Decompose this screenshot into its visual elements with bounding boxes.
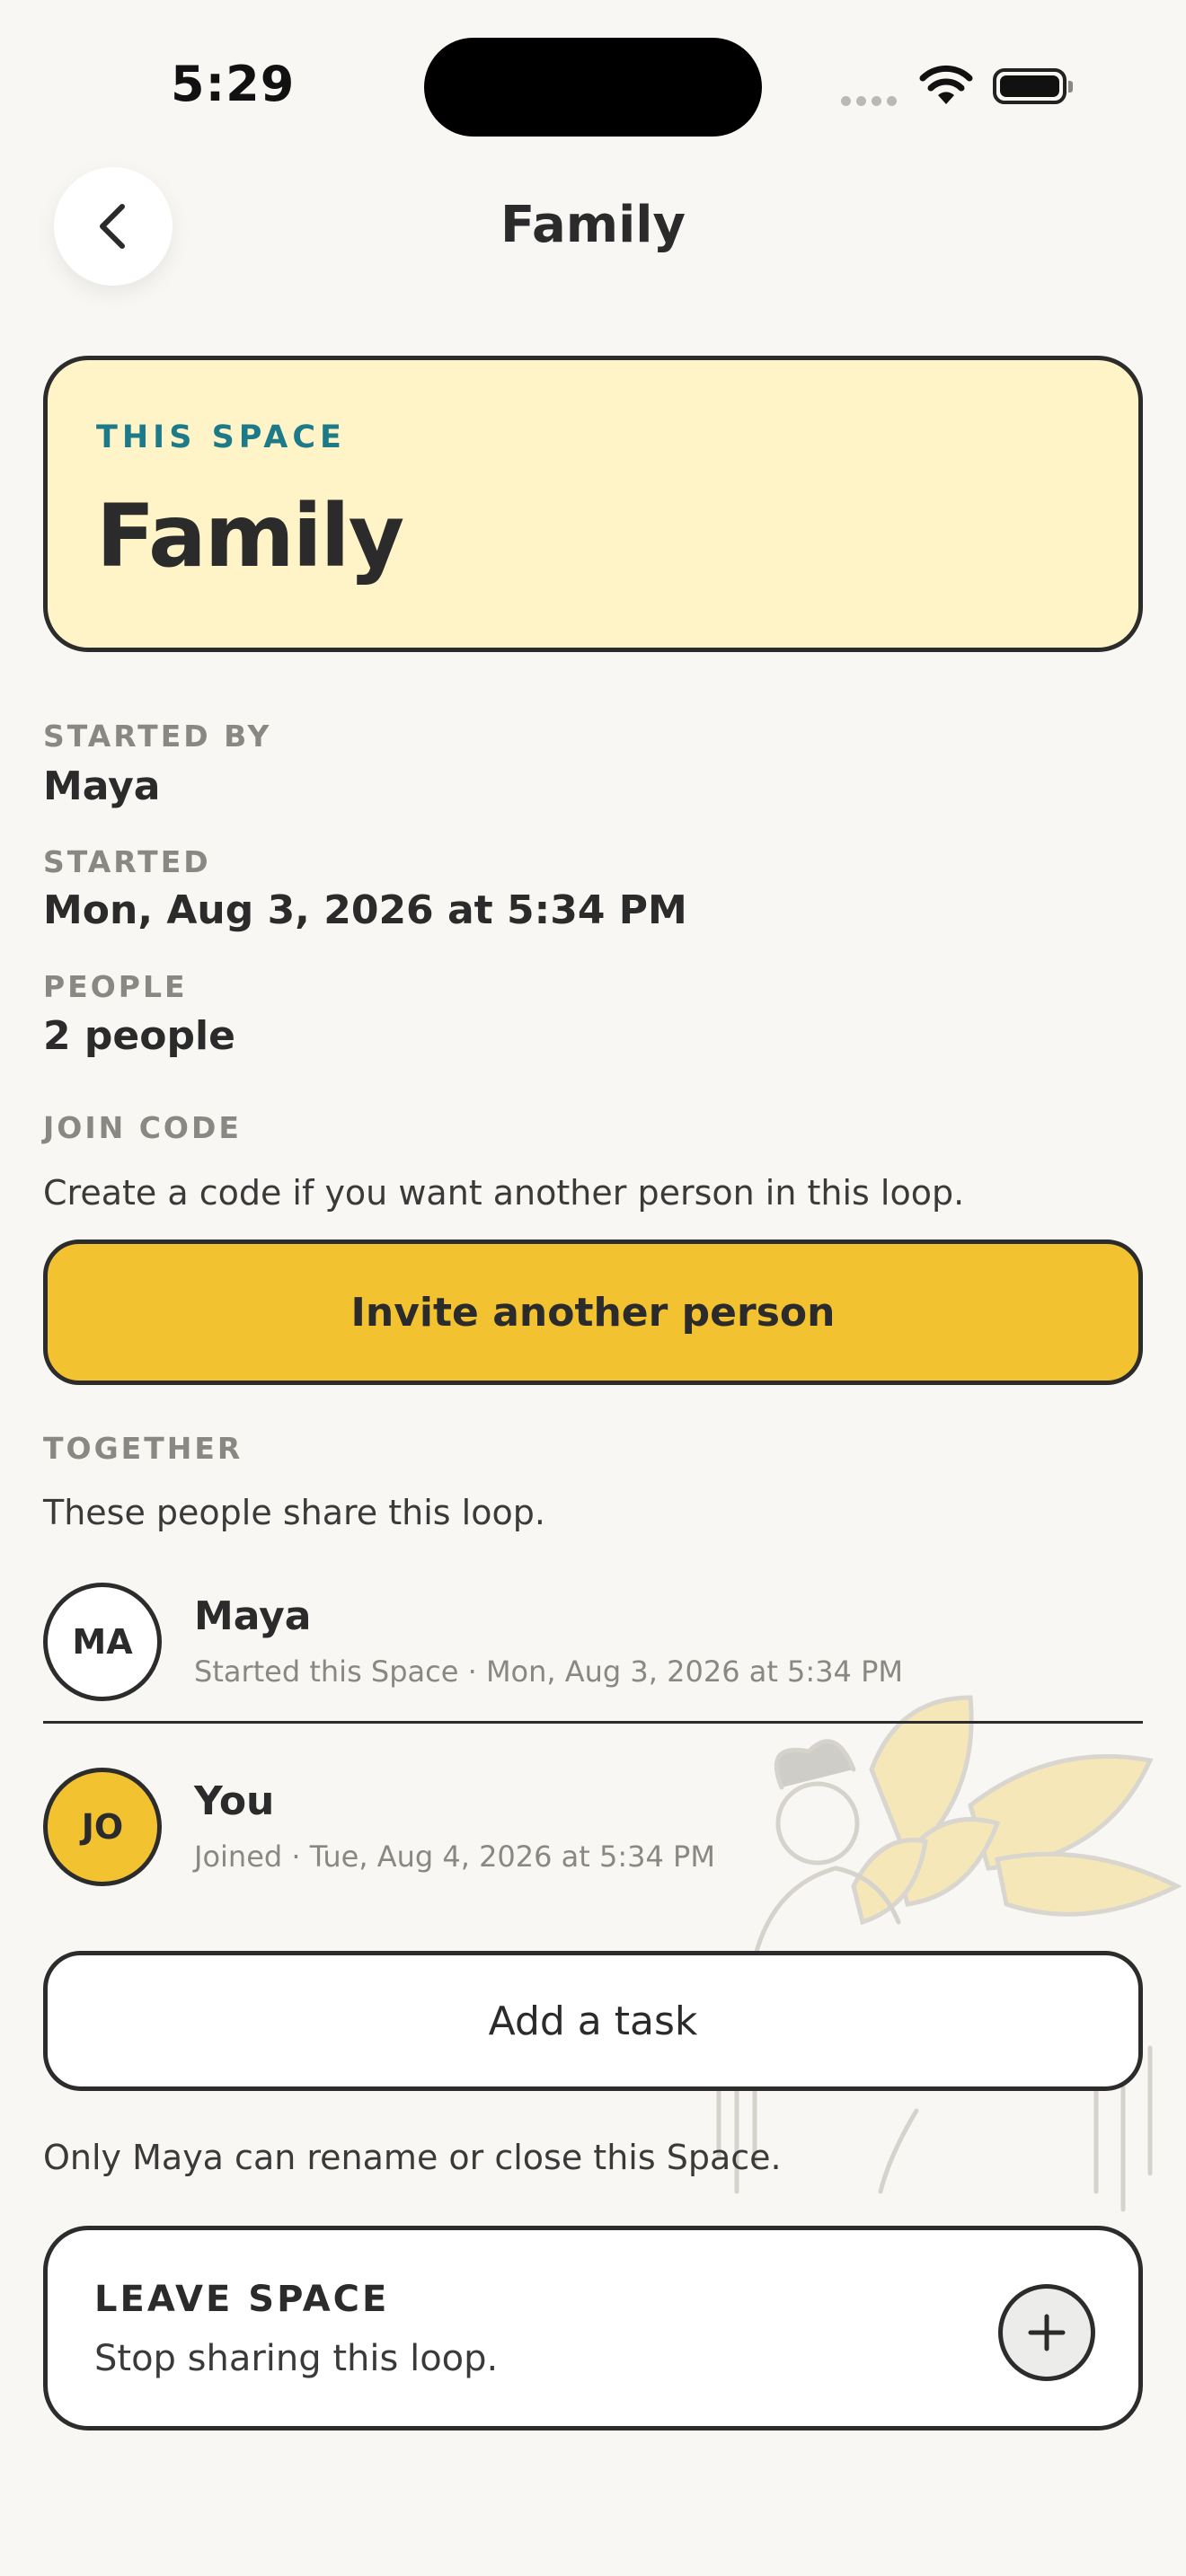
member-name: You	[194, 1778, 275, 1824]
member-detail: Started this Space · Mon, Aug 3, 2026 at…	[194, 1654, 903, 1689]
started-value: Mon, Aug 3, 2026 at 5:34 PM	[43, 887, 687, 933]
people-value: 2 people	[43, 1013, 235, 1059]
cellular-signal-icon	[841, 93, 902, 110]
member-row-maya: MA Maya Started this Space · Mon, Aug 3,…	[43, 1583, 1143, 1701]
leave-space-title: LEAVE SPACE	[94, 2279, 390, 2320]
member-detail: Joined · Tue, Aug 4, 2026 at 5:34 PM	[194, 1839, 715, 1874]
member-name: Maya	[194, 1593, 312, 1639]
space-eyebrow: THIS SPACE	[96, 419, 346, 455]
page-title: Family	[500, 196, 686, 254]
divider	[43, 1721, 1143, 1724]
leave-space-subtitle: Stop sharing this loop.	[94, 2338, 499, 2379]
join-code-label: JOIN CODE	[43, 1110, 242, 1145]
owner-note: Only Maya can rename or close this Space…	[43, 2138, 782, 2177]
plus-icon	[1028, 2314, 1066, 2351]
add-task-button[interactable]: Add a task	[43, 1951, 1143, 2091]
status-time: 5:29	[171, 56, 296, 112]
join-code-description: Create a code if you want another person…	[43, 1173, 965, 1213]
member-row-you: JO You Joined · Tue, Aug 4, 2026 at 5:34…	[43, 1768, 1143, 1886]
avatar: MA	[43, 1583, 162, 1701]
dynamic-island	[424, 38, 762, 137]
started-label: STARTED	[43, 844, 211, 879]
space-name: Family	[96, 486, 404, 587]
started-by-value: Maya	[43, 763, 161, 809]
avatar: JO	[43, 1768, 162, 1886]
leave-space-card[interactable]: LEAVE SPACE Stop sharing this loop.	[43, 2226, 1143, 2430]
invite-person-button[interactable]: Invite another person	[43, 1239, 1143, 1385]
leave-space-button[interactable]	[998, 2284, 1095, 2381]
battery-icon	[993, 68, 1073, 104]
people-label: PEOPLE	[43, 969, 188, 1004]
together-label: TOGETHER	[43, 1431, 243, 1466]
started-by-label: STARTED BY	[43, 719, 272, 754]
together-description: These people share this loop.	[43, 1493, 545, 1532]
space-card: THIS SPACE Family	[43, 356, 1143, 652]
wifi-icon	[919, 65, 973, 104]
